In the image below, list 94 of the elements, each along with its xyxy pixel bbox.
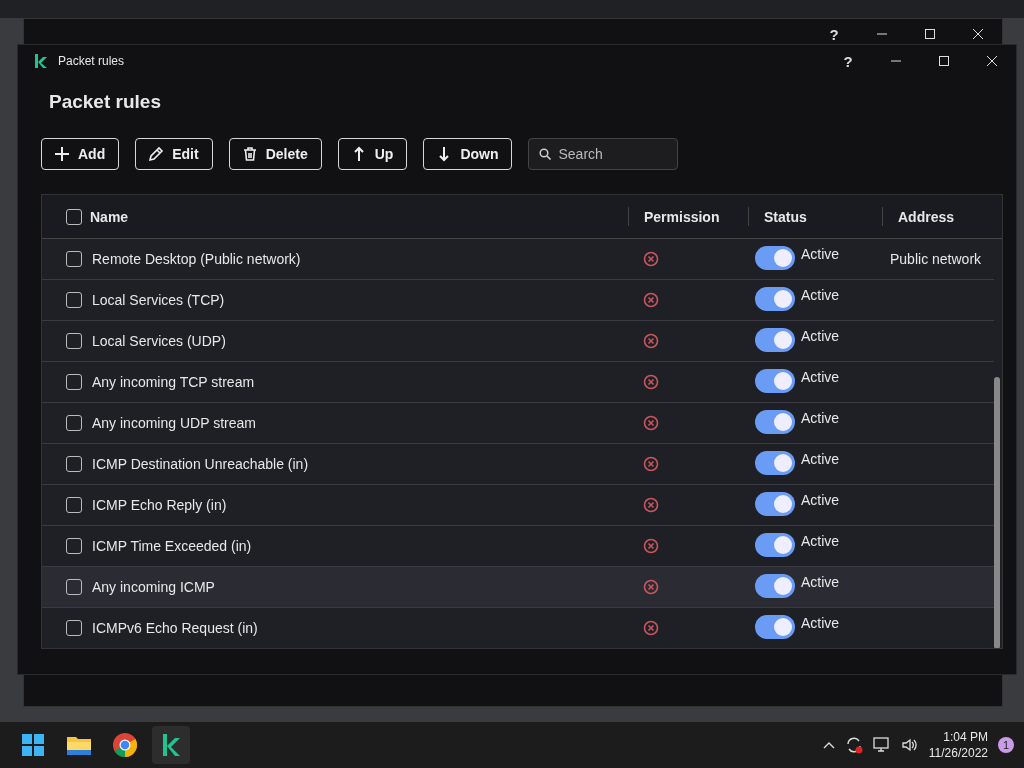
toggle-switch[interactable] bbox=[755, 451, 795, 475]
block-icon bbox=[643, 456, 659, 472]
block-icon bbox=[643, 497, 659, 513]
network-icon[interactable] bbox=[872, 737, 891, 753]
up-button[interactable]: Up bbox=[337, 138, 408, 170]
toggle-switch[interactable] bbox=[755, 615, 795, 639]
table-row[interactable]: Any incoming UDP stream Active bbox=[42, 403, 994, 444]
maximize-icon bbox=[939, 56, 949, 66]
app-logo-icon bbox=[34, 54, 48, 68]
trash-icon bbox=[241, 146, 258, 162]
toggle-switch[interactable] bbox=[755, 246, 795, 270]
row-checkbox[interactable] bbox=[66, 333, 82, 349]
plus-icon bbox=[54, 146, 70, 162]
row-checkbox[interactable] bbox=[66, 497, 82, 513]
block-icon bbox=[643, 374, 659, 390]
down-button[interactable]: Down bbox=[423, 138, 513, 170]
rule-name: ICMPv6 Echo Request (in) bbox=[92, 620, 258, 636]
table-row[interactable]: Local Services (TCP) Active bbox=[42, 280, 994, 321]
rule-name: Remote Desktop (Public network) bbox=[92, 251, 301, 267]
pencil-icon bbox=[148, 146, 165, 162]
search-field[interactable]: Search bbox=[528, 138, 679, 170]
notification-badge[interactable]: 1 bbox=[998, 737, 1014, 753]
row-checkbox[interactable] bbox=[66, 579, 82, 595]
toggle-switch[interactable] bbox=[755, 369, 795, 393]
status-text: Active bbox=[801, 328, 840, 344]
rule-name: Any incoming TCP stream bbox=[92, 374, 255, 390]
block-icon bbox=[643, 292, 659, 308]
row-checkbox[interactable] bbox=[66, 538, 82, 554]
row-checkbox[interactable] bbox=[66, 374, 82, 390]
table-row[interactable]: Local Services (UDP) Active bbox=[42, 321, 994, 362]
delete-button[interactable]: Delete bbox=[228, 138, 322, 170]
volume-icon[interactable] bbox=[900, 737, 919, 753]
help-button[interactable]: ? bbox=[824, 46, 872, 76]
sync-icon[interactable] bbox=[844, 736, 863, 754]
toggle-switch[interactable] bbox=[755, 533, 795, 557]
rule-name: Local Services (UDP) bbox=[92, 333, 226, 349]
toggle-switch[interactable] bbox=[755, 410, 795, 434]
row-checkbox[interactable] bbox=[66, 456, 82, 472]
table-row[interactable]: ICMP Echo Reply (in) Active bbox=[42, 485, 994, 526]
status-text: Active bbox=[801, 410, 840, 426]
address-text: Public network bbox=[890, 251, 982, 267]
table-row[interactable]: ICMP Destination Unreachable (in) Active bbox=[42, 444, 994, 485]
maximize-icon bbox=[925, 29, 935, 39]
block-icon bbox=[643, 333, 659, 349]
status-text: Active bbox=[801, 492, 840, 508]
rule-name: ICMP Echo Reply (in) bbox=[92, 497, 227, 513]
block-icon bbox=[643, 538, 659, 554]
status-text: Active bbox=[801, 533, 840, 549]
rule-name: Any incoming ICMP bbox=[92, 579, 215, 595]
toggle-switch[interactable] bbox=[755, 328, 795, 352]
chevron-up-icon[interactable] bbox=[822, 741, 835, 749]
status-text: Active bbox=[801, 574, 840, 590]
scrollbar-thumb[interactable] bbox=[994, 377, 1000, 648]
rule-name: ICMP Time Exceeded (in) bbox=[92, 538, 252, 554]
column-header[interactable]: Permission bbox=[644, 208, 720, 225]
chrome-icon bbox=[112, 732, 138, 758]
add-button[interactable]: Add bbox=[41, 138, 120, 170]
block-icon bbox=[643, 251, 659, 267]
row-checkbox[interactable] bbox=[66, 292, 82, 308]
taskbar-app-button[interactable] bbox=[152, 726, 190, 764]
close-icon bbox=[973, 29, 983, 39]
page-heading: Packet rules bbox=[49, 91, 162, 113]
status-text: Active bbox=[801, 287, 840, 303]
table-row[interactable]: Remote Desktop (Public network) Active Public network bbox=[42, 239, 994, 280]
toggle-switch[interactable] bbox=[755, 287, 795, 311]
help-button[interactable]: ? bbox=[810, 19, 858, 49]
toggle-switch[interactable] bbox=[755, 492, 795, 516]
rule-name: Local Services (TCP) bbox=[92, 292, 225, 308]
column-header[interactable]: Address bbox=[898, 208, 955, 225]
clock-time[interactable]: 1:04 PM bbox=[943, 730, 988, 744]
status-text: Active bbox=[801, 615, 840, 631]
row-checkbox[interactable] bbox=[66, 620, 82, 636]
status-text: Active bbox=[801, 369, 840, 385]
table-row[interactable]: Any incoming TCP stream Active bbox=[42, 362, 994, 403]
windows-logo-icon bbox=[20, 732, 46, 758]
toggle-switch[interactable] bbox=[755, 574, 795, 598]
close-icon bbox=[987, 56, 997, 66]
table-row[interactable]: Any incoming ICMP Active bbox=[42, 567, 994, 608]
column-header[interactable]: Status bbox=[764, 208, 807, 225]
row-checkbox[interactable] bbox=[66, 415, 82, 431]
status-text: Active bbox=[801, 451, 840, 467]
window-title: Packet rules bbox=[58, 54, 126, 68]
block-icon bbox=[643, 415, 659, 431]
table-row[interactable]: ICMPv6 Echo Request (in) Active bbox=[42, 608, 994, 648]
rule-name: Any incoming UDP stream bbox=[92, 415, 256, 431]
block-icon bbox=[643, 620, 659, 636]
status-text: Active bbox=[801, 246, 840, 262]
clock-date[interactable]: 11/26/2022 bbox=[928, 746, 988, 760]
block-icon bbox=[643, 579, 659, 595]
column-header[interactable]: Name bbox=[90, 208, 129, 225]
row-checkbox[interactable] bbox=[66, 251, 82, 267]
rule-name: ICMP Destination Unreachable (in) bbox=[92, 456, 309, 472]
edit-button[interactable]: Edit bbox=[135, 138, 213, 170]
select-all-checkbox[interactable] bbox=[66, 208, 82, 225]
